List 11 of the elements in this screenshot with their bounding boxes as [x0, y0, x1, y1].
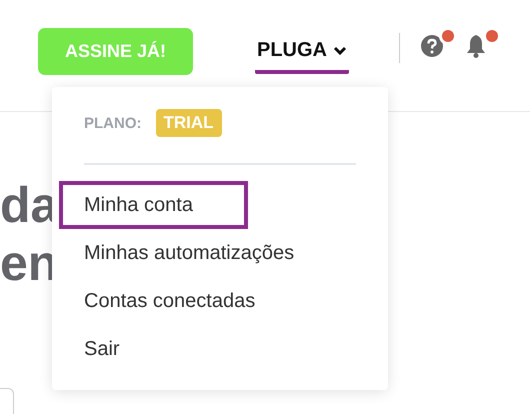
menu-item[interactable]: Contas conectadas	[59, 277, 260, 325]
chevron-icon	[333, 46, 347, 56]
bell-icon	[465, 34, 487, 58]
plan-label: PLANO:	[84, 114, 142, 132]
menu-item[interactable]: Minhas automatizações	[59, 229, 298, 277]
menu-item[interactable]: Sair	[59, 325, 124, 373]
menu-item[interactable]: Minha conta	[59, 181, 248, 229]
plan-badge: TRIAL	[156, 109, 222, 137]
help-icon	[421, 34, 443, 56]
notifications-button[interactable]	[464, 34, 488, 60]
account-menu-button[interactable]: PLUGA	[255, 37, 349, 74]
